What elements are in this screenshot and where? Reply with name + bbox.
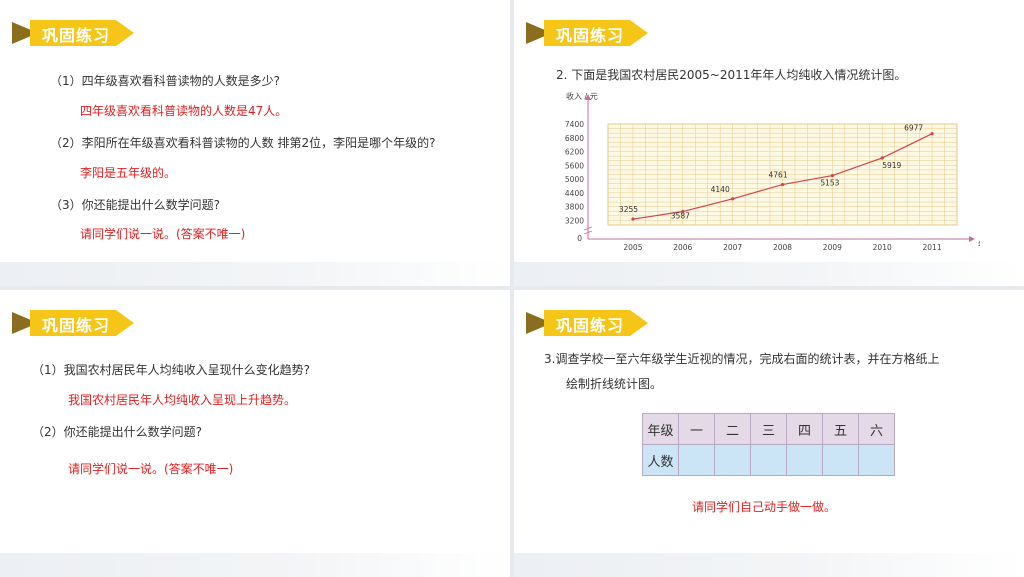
data-point (631, 217, 635, 221)
question-3: （3）你还能提出什么数学问题? (50, 198, 221, 212)
table-header-cell: 年级 (642, 413, 679, 445)
x-tick-label: 2006 (673, 243, 692, 252)
y-tick-label: 4400 (565, 189, 584, 198)
x-tick-label: 2005 (623, 243, 642, 252)
data-label: 6977 (904, 124, 923, 133)
slide-footer (514, 262, 1024, 286)
slide-footer (0, 553, 510, 577)
answer-3: 请同学们说一说。(答案不唯一) (80, 227, 246, 241)
x-axis-arrow-icon (969, 236, 975, 242)
question-1: （1）四年级喜欢看科普读物的人数是多少? (50, 74, 281, 88)
data-label: 4761 (769, 171, 788, 180)
chart-question: 2. 下面是我国农村居民2005~2011年年人均纯收入情况统计图。 (556, 68, 907, 82)
table-header-cell: 一 (678, 413, 715, 445)
table-cell (750, 444, 787, 476)
data-label: 3255 (619, 205, 638, 214)
data-point (930, 132, 934, 136)
table-cell (678, 444, 715, 476)
question-1: （1）我国农村居民年人均纯收入呈现什么变化趋势? (32, 363, 311, 377)
table-header-cell: 二 (714, 413, 751, 445)
income-line-chart: 032003800440050005600620068007400 2005 20… (565, 91, 980, 252)
question-2: （2）李阳所在年级喜欢看科普读物的人数 排第2位，李阳是哪个年级的? (50, 136, 436, 150)
data-label: 4140 (711, 185, 730, 194)
slide-footer (0, 262, 510, 286)
data-point (731, 197, 735, 201)
answer-1: 四年级喜欢看科普读物的人数是47人。 (80, 104, 288, 118)
x-axis-label: 年份 (978, 239, 980, 249)
answer-1: 我国农村居民年人均纯收入呈现上升趋势。 (68, 393, 297, 407)
x-tick-label: 2011 (923, 243, 942, 252)
data-point (780, 182, 785, 187)
answer-2: 请同学们说一说。(答案不唯一) (68, 462, 234, 476)
table-cell (822, 444, 859, 476)
question-line-2: 绘制折线统计图。 (566, 377, 663, 391)
data-label: 5153 (820, 179, 839, 188)
table-header-cell: 五 (822, 413, 859, 445)
table-row-label: 人数 (642, 444, 679, 476)
slide-1: 巩固练习 （1）四年级喜欢看科普读物的人数是多少? 四年级喜欢看科普读物的人数是… (0, 0, 510, 286)
x-tick-labels: 2005 2006 2007 2008 2009 2010 2011 (623, 243, 941, 252)
banner-title: 巩固练习 (556, 316, 625, 335)
y-tick-label: 6200 (565, 148, 584, 157)
grade-table: 年级 一 二 三 四 五 六 人数 (642, 413, 895, 476)
y-axis-label: 收入 / 元 (566, 91, 598, 101)
data-point (880, 156, 884, 160)
question-2: （2）你还能提出什么数学问题? (32, 425, 203, 439)
table-cell (714, 444, 751, 476)
y-tick-labels: 0 3200 3800 4400 5000 5600 6200 6800 7400 (565, 120, 584, 243)
table-cell (786, 444, 823, 476)
x-tick-label: 2010 (873, 243, 892, 252)
slide-footer (514, 553, 1024, 577)
answer: 请同学们自己动手做一做。 (692, 500, 837, 514)
table-header-cell: 六 (858, 413, 895, 445)
y-tick-label: 7400 (565, 120, 584, 129)
table-cell (858, 444, 895, 476)
x-tick-label: 2009 (823, 243, 842, 252)
banner-title: 巩固练习 (42, 26, 111, 45)
y-tick-label: 5000 (565, 175, 584, 184)
y-tick-label: 6800 (565, 134, 584, 143)
data-label: 5919 (882, 161, 901, 170)
x-tick-label: 2007 (723, 243, 742, 252)
table-header-row: 年级 一 二 三 四 五 六 (642, 413, 895, 445)
y-tick-label: 3200 (565, 216, 584, 225)
y-tick-label: 5600 (565, 161, 584, 170)
y-tick-label: 0 (577, 234, 582, 243)
banner-title: 巩固练习 (42, 316, 111, 335)
data-point (830, 173, 834, 178)
answer-2: 李阳是五年级的。 (80, 166, 177, 180)
banner-title: 巩固练习 (556, 26, 625, 45)
table-header-cell: 四 (786, 413, 823, 445)
table-header-cell: 三 (750, 413, 787, 445)
y-tick-label: 3800 (565, 203, 584, 212)
table-row: 人数 (642, 444, 895, 476)
data-label: 3587 (671, 212, 690, 221)
slide-3: 巩固练习 （1）我国农村居民年人均纯收入呈现什么变化趋势? 我国农村居民年人均纯… (0, 290, 510, 577)
x-tick-label: 2008 (773, 243, 792, 252)
question-line-1: 3.调查学校一至六年级学生近视的情况，完成右面的统计表，并在方格纸上 (544, 352, 940, 366)
